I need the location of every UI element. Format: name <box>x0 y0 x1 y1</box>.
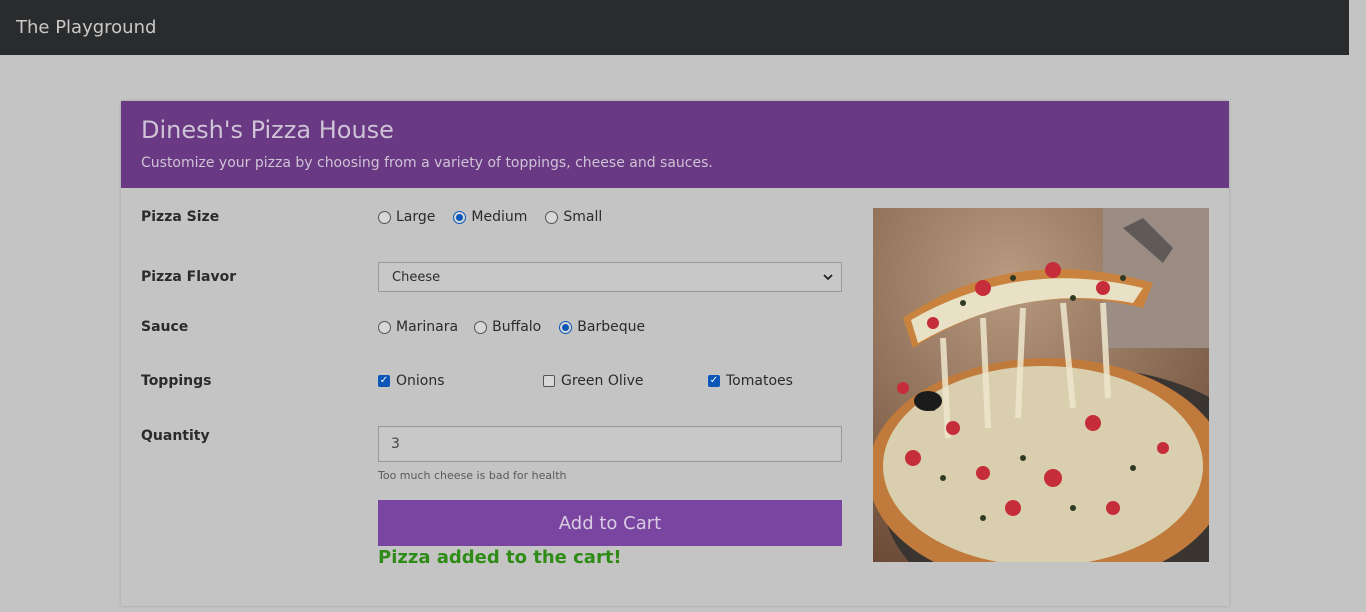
size-option-label: Large <box>396 209 436 225</box>
radio-large[interactable] <box>378 210 391 224</box>
page-title: Dinesh's Pizza House <box>141 116 394 144</box>
pizza-flavor-select[interactable]: Cheese <box>378 262 842 292</box>
topping-label: Green Olive <box>561 373 644 389</box>
topping-tomatoes[interactable]: ✓ Tomatoes <box>708 373 873 389</box>
pizza-flavor-label: Pizza Flavor <box>141 269 237 285</box>
size-option-label: Medium <box>471 209 528 225</box>
topping-green-olive[interactable]: Green Olive <box>543 373 708 389</box>
cart-success-message: Pizza added to the cart! <box>378 547 622 568</box>
sauce-option-label: Buffalo <box>492 319 542 335</box>
add-to-cart-button[interactable]: Add to Cart <box>378 500 842 546</box>
quantity-row: Quantity <box>141 428 378 444</box>
topping-label: Tomatoes <box>726 373 793 389</box>
toppings-label: Toppings <box>141 373 212 389</box>
top-navbar: The Playground <box>0 0 1349 55</box>
navbar-brand[interactable]: The Playground <box>16 17 156 38</box>
size-option-large[interactable]: Large <box>378 209 435 225</box>
sauce-option-barbeque[interactable]: Barbeque <box>559 319 645 335</box>
radio-marinara[interactable] <box>378 320 391 334</box>
sauce-option-buffalo[interactable]: Buffalo <box>474 319 541 335</box>
checkbox-tomatoes[interactable]: ✓ <box>708 375 720 387</box>
card-header: Dinesh's Pizza House Customize your pizz… <box>121 101 1229 188</box>
sauce-option-label: Barbeque <box>577 319 646 335</box>
page-scrollbar-track[interactable] <box>1349 0 1366 612</box>
radio-medium[interactable] <box>453 210 467 224</box>
checkbox-onions[interactable]: ✓ <box>378 375 390 387</box>
sauce-row: Sauce Marinara Buffalo Barbeque <box>141 319 663 335</box>
sauce-radio-group: Marinara Buffalo Barbeque <box>378 319 663 335</box>
quantity-label: Quantity <box>141 428 210 444</box>
radio-buffalo[interactable] <box>474 320 488 334</box>
toppings-row: Toppings ✓ Onions Green Olive ✓ Tomatoes <box>141 373 873 389</box>
sauce-option-marinara[interactable]: Marinara <box>378 319 458 335</box>
size-option-medium[interactable]: Medium <box>453 209 527 225</box>
radio-barbeque[interactable] <box>559 320 573 334</box>
page-subtitle: Customize your pizza by choosing from a … <box>141 155 713 171</box>
sauce-option-label: Marinara <box>396 319 459 335</box>
pizza-order-card: Dinesh's Pizza House Customize your pizz… <box>121 101 1229 606</box>
topping-onions[interactable]: ✓ Onions <box>378 373 543 389</box>
radio-small[interactable] <box>545 210 559 224</box>
pizza-size-label: Pizza Size <box>141 209 220 225</box>
sauce-label: Sauce <box>141 319 189 335</box>
chevron-down-icon <box>823 270 833 285</box>
checkbox-green-olive[interactable] <box>543 375 555 387</box>
quantity-input[interactable]: 3 <box>378 426 842 462</box>
quantity-value: 3 <box>391 436 400 452</box>
pizza-flavor-row: Pizza Flavor Cheese <box>141 262 842 292</box>
size-option-small[interactable]: Small <box>545 209 602 225</box>
topping-label: Onions <box>396 373 445 389</box>
pizza-image <box>873 208 1209 562</box>
quantity-hint: Too much cheese is bad for health <box>378 469 567 482</box>
size-option-label: Small <box>563 209 603 225</box>
pizza-size-row: Pizza Size Large Medium Small <box>141 209 620 225</box>
pizza-size-radio-group: Large Medium Small <box>378 209 620 225</box>
pizza-flavor-selected: Cheese <box>392 269 441 285</box>
